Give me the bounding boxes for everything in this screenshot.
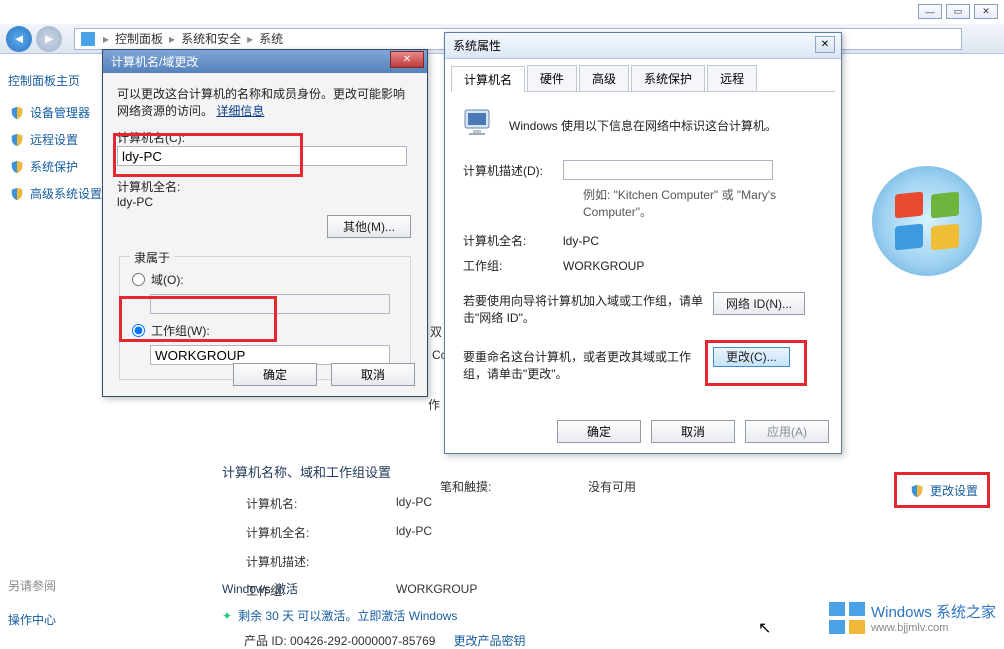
tab-protection[interactable]: 系统保护 [631, 65, 705, 91]
titlebar[interactable]: 计算机名/域更改 [103, 50, 427, 73]
stray-text: 作 [428, 396, 440, 413]
crumb-system-security[interactable]: 系统和安全 [177, 30, 245, 47]
netid-text: 若要使用向导将计算机加入域或工作组，请单击"网络 ID"。 [463, 292, 713, 326]
cancel-button[interactable]: 取消 [331, 363, 415, 386]
shield-icon [10, 106, 24, 120]
highlight-box-workgroup [119, 296, 277, 342]
tab-computer-name[interactable]: 计算机名 [451, 66, 525, 92]
close-icon[interactable]: ✕ [390, 51, 424, 68]
watermark: Windows 系统之家 www.bjjmlv.com [829, 601, 996, 634]
computer-description-input[interactable] [563, 160, 773, 180]
full-name-label: 计算机全名: [117, 178, 413, 195]
product-id: 产品 ID: 00426-292-0000007-85769 [244, 632, 435, 649]
full-name-label: 计算机全名: [463, 232, 563, 249]
titlebar[interactable]: 系统属性 [445, 33, 841, 59]
cancel-button[interactable]: 取消 [651, 420, 735, 443]
stray-text: 双 [430, 323, 442, 340]
shield-icon [10, 160, 24, 174]
sidebar-label: 系统保护 [30, 158, 78, 175]
tab-advanced[interactable]: 高级 [579, 65, 629, 91]
close-icon[interactable]: ✕ [815, 36, 835, 53]
forward-button[interactable]: ► [36, 26, 62, 52]
highlight-box-change [705, 340, 807, 386]
activation-link[interactable]: ✦ 剩余 30 天 可以激活。立即激活 Windows [222, 607, 525, 624]
network-id-button[interactable]: 网络 ID(N)... [713, 292, 805, 315]
genuine-icon: ✦ [222, 609, 232, 623]
domain-label: 域(O): [151, 271, 184, 288]
watermark-icon [829, 602, 865, 634]
workgroup-input[interactable] [150, 345, 390, 365]
see-also-label: 另请参阅 [8, 577, 56, 594]
detail-link[interactable]: 详细信息 [216, 104, 264, 118]
shield-icon [10, 187, 24, 201]
control-panel-icon [81, 32, 95, 46]
activation-section: Windows 激活 ✦ 剩余 30 天 可以激活。立即激活 Windows 产… [222, 580, 525, 649]
row-full-name: 计算机全名: ldy-PC [222, 518, 982, 547]
desc-label: 计算机描述(D): [463, 162, 563, 179]
sysprop-headline: Windows 使用以下信息在网络中标识这台计算机。 [509, 117, 777, 134]
workgroup-label: 工作组: [463, 257, 563, 274]
cursor-icon: ↖ [758, 618, 771, 638]
back-button[interactable]: ◄ [6, 26, 32, 52]
row-computer-name: 计算机名: ldy-PC [222, 489, 982, 518]
apply-button[interactable]: 应用(A) [745, 420, 829, 443]
more-button[interactable]: 其他(M)... [327, 215, 411, 238]
sidebar-label: 设备管理器 [30, 104, 90, 121]
minimize-button[interactable]: — [918, 4, 942, 19]
windows-logo [872, 166, 982, 276]
action-center-link[interactable]: 操作中心 [8, 611, 56, 628]
ok-button[interactable]: 确定 [557, 420, 641, 443]
close-button[interactable]: ✕ [974, 4, 998, 19]
change-product-key-link[interactable]: 更改产品密钥 [453, 632, 525, 649]
change-text: 要重命名这台计算机，或者更改其域或工作组，请单击"更改"。 [463, 348, 713, 382]
section-header-names: 计算机名称、域和工作组设置 [222, 454, 982, 489]
tab-remote[interactable]: 远程 [707, 65, 757, 91]
ok-button[interactable]: 确定 [233, 363, 317, 386]
member-of-legend: 隶属于 [130, 249, 174, 266]
shield-icon [910, 484, 924, 498]
sidebar-label: 远程设置 [30, 131, 78, 148]
change-settings-link[interactable]: 更改设置 [910, 482, 978, 499]
domain-radio[interactable] [132, 273, 145, 286]
workgroup-value: WORKGROUP [563, 259, 644, 273]
computer-icon [463, 108, 499, 142]
full-name-value: ldy-PC [117, 195, 413, 209]
shield-icon [10, 133, 24, 147]
dialog-computer-name-change: 计算机名/域更改 ✕ 可以更改这台计算机的名称和成员身份。更改可能影响网络资源的… [102, 49, 428, 397]
maximize-button[interactable]: ▭ [946, 4, 970, 19]
crumb-system[interactable]: 系统 [255, 30, 287, 47]
desc-hint: 例如: "Kitchen Computer" 或 "Mary's Compute… [463, 186, 823, 220]
dialog-system-properties: 系统属性 ✕ 计算机名 硬件 高级 系统保护 远程 Windows 使用以下信息… [444, 32, 842, 454]
highlight-box-computer-name [113, 133, 303, 177]
tab-hardware[interactable]: 硬件 [527, 65, 577, 91]
row-desc: 计算机描述: [222, 547, 982, 576]
sidebar-label: 高级系统设置 [30, 185, 102, 202]
crumb-control-panel[interactable]: 控制面板 [111, 30, 167, 47]
full-name-value: ldy-PC [563, 234, 599, 248]
